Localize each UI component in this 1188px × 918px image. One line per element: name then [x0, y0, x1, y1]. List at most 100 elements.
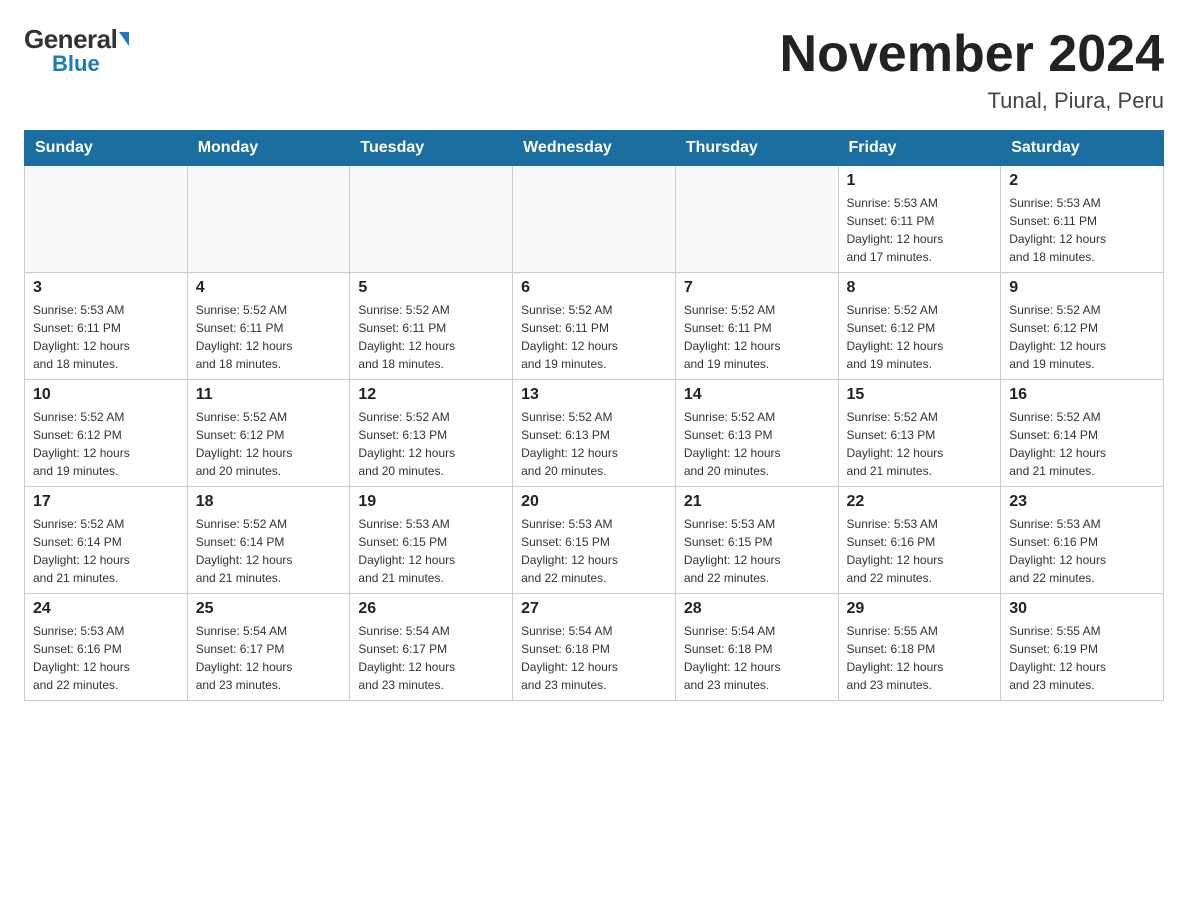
calendar-cell: 23 Sunrise: 5:53 AMSunset: 6:16 PMDayligh…: [1001, 487, 1164, 594]
calendar-header-row: SundayMondayTuesdayWednesdayThursdayFrid…: [25, 131, 1164, 166]
day-number: 9: [1009, 279, 1155, 297]
calendar-cell: 14 Sunrise: 5:52 AMSunset: 6:13 PMDayligh…: [675, 380, 838, 487]
calendar-cell: [513, 166, 676, 273]
day-number: 14: [684, 386, 830, 404]
day-info: Sunrise: 5:55 AMSunset: 6:18 PMDaylight:…: [847, 622, 993, 694]
calendar-cell: 15 Sunrise: 5:52 AMSunset: 6:13 PMDayligh…: [838, 380, 1001, 487]
calendar-cell: [187, 166, 350, 273]
day-info: Sunrise: 5:52 AMSunset: 6:12 PMDaylight:…: [33, 408, 179, 480]
day-info: Sunrise: 5:52 AMSunset: 6:12 PMDaylight:…: [196, 408, 342, 480]
day-info: Sunrise: 5:52 AMSunset: 6:14 PMDaylight:…: [196, 515, 342, 587]
day-number: 12: [358, 386, 504, 404]
column-header-sunday: Sunday: [25, 131, 188, 166]
day-info: Sunrise: 5:55 AMSunset: 6:19 PMDaylight:…: [1009, 622, 1155, 694]
week-row-2: 3 Sunrise: 5:53 AMSunset: 6:11 PMDaylight…: [25, 273, 1164, 380]
day-info: Sunrise: 5:52 AMSunset: 6:14 PMDaylight:…: [33, 515, 179, 587]
day-info: Sunrise: 5:53 AMSunset: 6:16 PMDaylight:…: [33, 622, 179, 694]
calendar-cell: 16 Sunrise: 5:52 AMSunset: 6:14 PMDayligh…: [1001, 380, 1164, 487]
logo-general: General: [24, 24, 129, 54]
logo: General Blue: [24, 24, 129, 77]
column-header-friday: Friday: [838, 131, 1001, 166]
day-info: Sunrise: 5:52 AMSunset: 6:14 PMDaylight:…: [1009, 408, 1155, 480]
day-number: 27: [521, 600, 667, 618]
day-info: Sunrise: 5:54 AMSunset: 6:17 PMDaylight:…: [358, 622, 504, 694]
day-number: 26: [358, 600, 504, 618]
day-info: Sunrise: 5:52 AMSunset: 6:11 PMDaylight:…: [196, 301, 342, 373]
title-block: November 2024 Tunal, Piura, Peru: [780, 24, 1164, 114]
day-number: 18: [196, 493, 342, 511]
day-number: 1: [847, 172, 993, 190]
day-info: Sunrise: 5:52 AMSunset: 6:11 PMDaylight:…: [684, 301, 830, 373]
calendar-cell: 9 Sunrise: 5:52 AMSunset: 6:12 PMDaylight…: [1001, 273, 1164, 380]
day-info: Sunrise: 5:52 AMSunset: 6:11 PMDaylight:…: [521, 301, 667, 373]
day-number: 23: [1009, 493, 1155, 511]
day-info: Sunrise: 5:52 AMSunset: 6:13 PMDaylight:…: [358, 408, 504, 480]
day-number: 19: [358, 493, 504, 511]
day-info: Sunrise: 5:53 AMSunset: 6:16 PMDaylight:…: [847, 515, 993, 587]
day-info: Sunrise: 5:54 AMSunset: 6:18 PMDaylight:…: [684, 622, 830, 694]
day-info: Sunrise: 5:52 AMSunset: 6:13 PMDaylight:…: [847, 408, 993, 480]
calendar-cell: 5 Sunrise: 5:52 AMSunset: 6:11 PMDaylight…: [350, 273, 513, 380]
page-header: General Blue November 2024 Tunal, Piura,…: [24, 24, 1164, 114]
day-number: 13: [521, 386, 667, 404]
column-header-tuesday: Tuesday: [350, 131, 513, 166]
logo-triangle-icon: [119, 32, 129, 46]
day-number: 25: [196, 600, 342, 618]
calendar-cell: 17 Sunrise: 5:52 AMSunset: 6:14 PMDayligh…: [25, 487, 188, 594]
day-number: 4: [196, 279, 342, 297]
calendar-cell: 11 Sunrise: 5:52 AMSunset: 6:12 PMDayligh…: [187, 380, 350, 487]
calendar-cell: 10 Sunrise: 5:52 AMSunset: 6:12 PMDayligh…: [25, 380, 188, 487]
calendar-cell: 26 Sunrise: 5:54 AMSunset: 6:17 PMDayligh…: [350, 594, 513, 701]
day-number: 29: [847, 600, 993, 618]
calendar-cell: 28Sunrise: 5:54 AMSunset: 6:18 PMDayligh…: [675, 594, 838, 701]
calendar-cell: 13 Sunrise: 5:52 AMSunset: 6:13 PMDayligh…: [513, 380, 676, 487]
day-info: Sunrise: 5:53 AMSunset: 6:11 PMDaylight:…: [1009, 194, 1155, 266]
day-info: Sunrise: 5:54 AMSunset: 6:18 PMDaylight:…: [521, 622, 667, 694]
calendar-cell: [675, 166, 838, 273]
location-subtitle: Tunal, Piura, Peru: [780, 88, 1164, 114]
day-info: Sunrise: 5:52 AMSunset: 6:13 PMDaylight:…: [684, 408, 830, 480]
day-number: 10: [33, 386, 179, 404]
day-info: Sunrise: 5:54 AMSunset: 6:17 PMDaylight:…: [196, 622, 342, 694]
calendar-cell: 2 Sunrise: 5:53 AMSunset: 6:11 PMDaylight…: [1001, 166, 1164, 273]
day-info: Sunrise: 5:52 AMSunset: 6:11 PMDaylight:…: [358, 301, 504, 373]
week-row-4: 17 Sunrise: 5:52 AMSunset: 6:14 PMDayligh…: [25, 487, 1164, 594]
day-info: Sunrise: 5:53 AMSunset: 6:16 PMDaylight:…: [1009, 515, 1155, 587]
day-number: 5: [358, 279, 504, 297]
month-year-title: November 2024: [780, 24, 1164, 84]
day-info: Sunrise: 5:53 AMSunset: 6:11 PMDaylight:…: [847, 194, 993, 266]
column-header-saturday: Saturday: [1001, 131, 1164, 166]
day-info: Sunrise: 5:53 AMSunset: 6:15 PMDaylight:…: [684, 515, 830, 587]
calendar-cell: 27 Sunrise: 5:54 AMSunset: 6:18 PMDayligh…: [513, 594, 676, 701]
day-info: Sunrise: 5:53 AMSunset: 6:15 PMDaylight:…: [521, 515, 667, 587]
day-number: 6: [521, 279, 667, 297]
day-number: 30: [1009, 600, 1155, 618]
day-number: 2: [1009, 172, 1155, 190]
column-header-thursday: Thursday: [675, 131, 838, 166]
logo-blue: Blue: [52, 51, 100, 77]
day-number: 8: [847, 279, 993, 297]
day-info: Sunrise: 5:53 AMSunset: 6:11 PMDaylight:…: [33, 301, 179, 373]
calendar-cell: 20Sunrise: 5:53 AMSunset: 6:15 PMDayligh…: [513, 487, 676, 594]
day-info: Sunrise: 5:53 AMSunset: 6:15 PMDaylight:…: [358, 515, 504, 587]
day-info: Sunrise: 5:52 AMSunset: 6:12 PMDaylight:…: [847, 301, 993, 373]
day-number: 3: [33, 279, 179, 297]
calendar-cell: 24Sunrise: 5:53 AMSunset: 6:16 PMDayligh…: [25, 594, 188, 701]
calendar-cell: 12 Sunrise: 5:52 AMSunset: 6:13 PMDayligh…: [350, 380, 513, 487]
day-info: Sunrise: 5:52 AMSunset: 6:13 PMDaylight:…: [521, 408, 667, 480]
calendar-cell: 1 Sunrise: 5:53 AMSunset: 6:11 PMDaylight…: [838, 166, 1001, 273]
day-info: Sunrise: 5:52 AMSunset: 6:12 PMDaylight:…: [1009, 301, 1155, 373]
day-number: 17: [33, 493, 179, 511]
day-number: 15: [847, 386, 993, 404]
day-number: 21: [684, 493, 830, 511]
calendar-table: SundayMondayTuesdayWednesdayThursdayFrid…: [24, 130, 1164, 701]
day-number: 11: [196, 386, 342, 404]
calendar-cell: 3 Sunrise: 5:53 AMSunset: 6:11 PMDaylight…: [25, 273, 188, 380]
calendar-cell: 8 Sunrise: 5:52 AMSunset: 6:12 PMDaylight…: [838, 273, 1001, 380]
calendar-cell: 25 Sunrise: 5:54 AMSunset: 6:17 PMDayligh…: [187, 594, 350, 701]
calendar-cell: [25, 166, 188, 273]
calendar-cell: 29 Sunrise: 5:55 AMSunset: 6:18 PMDayligh…: [838, 594, 1001, 701]
calendar-cell: 21 Sunrise: 5:53 AMSunset: 6:15 PMDayligh…: [675, 487, 838, 594]
calendar-cell: 18 Sunrise: 5:52 AMSunset: 6:14 PMDayligh…: [187, 487, 350, 594]
day-number: 16: [1009, 386, 1155, 404]
